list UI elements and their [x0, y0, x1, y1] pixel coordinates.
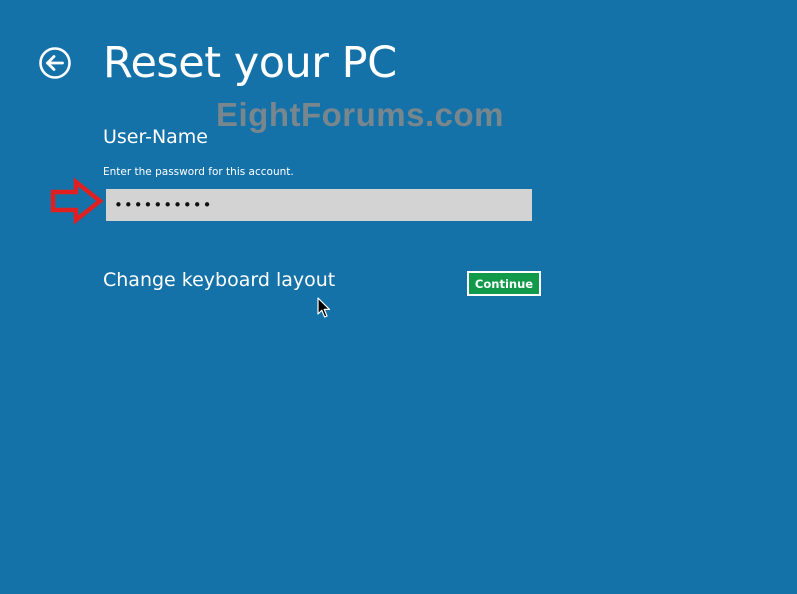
reset-pc-screen: Reset your PC EightForums.com User-Name … [0, 0, 797, 594]
site-watermark: EightForums.com [216, 96, 505, 133]
password-instruction: Enter the password for this account. [103, 166, 294, 178]
red-outline-arrow-icon [50, 177, 106, 225]
back-button[interactable] [38, 46, 72, 80]
mouse-pointer-icon [317, 297, 331, 319]
account-name: User-Name [103, 126, 209, 148]
back-arrow-circle-icon [38, 46, 72, 80]
page-title: Reset your PC [103, 38, 397, 88]
password-field[interactable] [106, 189, 532, 221]
continue-button[interactable]: Continue [467, 271, 541, 296]
change-keyboard-layout-link[interactable]: Change keyboard layout [103, 267, 335, 293]
